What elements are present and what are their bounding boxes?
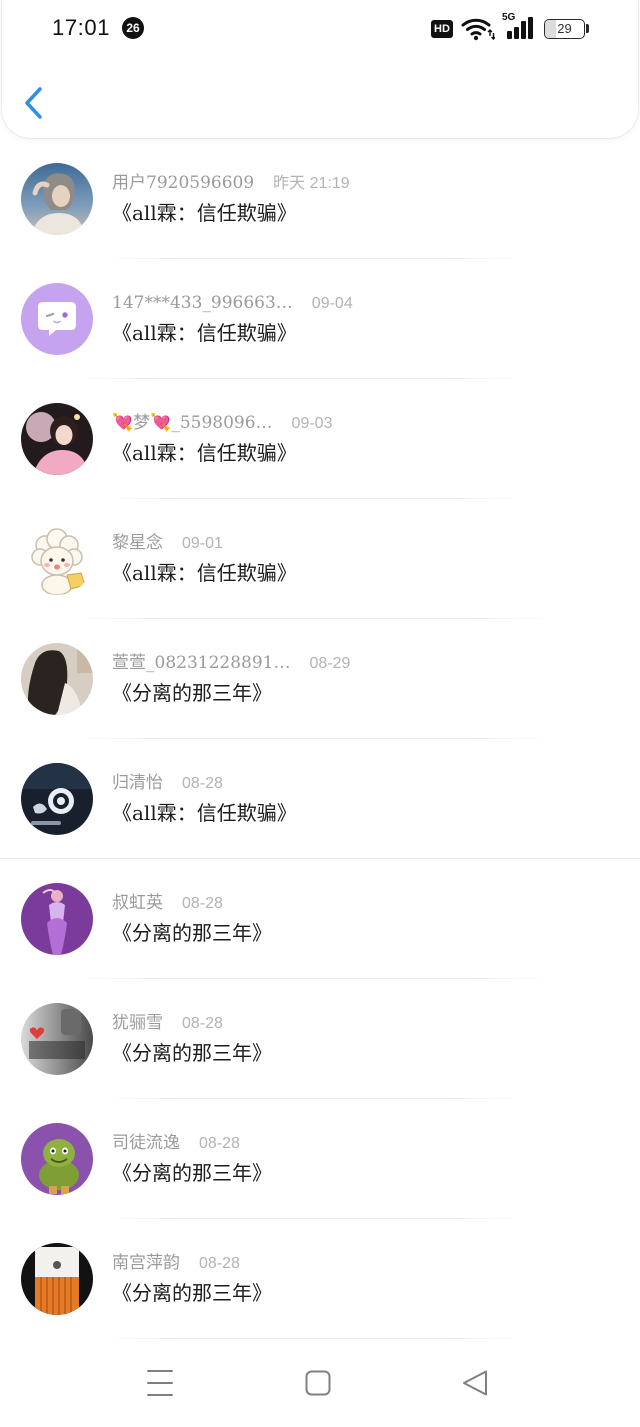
sheep-avatar-icon: [21, 523, 93, 595]
avatar-image: [21, 883, 93, 955]
message-item[interactable]: 叔虹英 08-28 《分离的那三年》: [0, 859, 640, 979]
book-title: 《分离的那三年》: [112, 681, 272, 705]
book-title: 《分离的那三年》: [112, 921, 272, 945]
message-meta: 147***433_996663… 09-04: [112, 292, 353, 314]
message-list: 用户7920596609 昨天 21:19 《all霖：信任欺骗》 147***4…: [0, 139, 640, 1339]
message-item[interactable]: 💘梦💘_5598096… 09-03 《all霖：信任欺骗》: [0, 379, 640, 499]
message-meta: 黎星念 09-01: [112, 532, 223, 554]
avatar[interactable]: [21, 1123, 93, 1195]
avatar-image: [21, 1003, 93, 1075]
menu-button[interactable]: [146, 1368, 174, 1398]
avatar-image: [21, 643, 93, 715]
avatar[interactable]: [21, 403, 93, 475]
message-meta: 归清怡 08-28: [112, 772, 223, 794]
message-meta: 南宫萍韵 08-28: [112, 1252, 240, 1274]
avatar-image: [21, 763, 93, 835]
message-meta: 💘梦💘_5598096… 09-03: [112, 412, 332, 434]
message-date: 08-29: [309, 655, 351, 672]
avatar-image: [21, 1123, 93, 1195]
book-title: 《分离的那三年》: [112, 1041, 272, 1065]
book-title: 《all霖：信任欺骗》: [112, 441, 297, 465]
message-date: 08-28: [199, 1135, 240, 1152]
status-bar: 17:01 26 HD 5G 29: [0, 0, 640, 56]
sender-name: 💘梦💘_5598096…: [112, 413, 273, 433]
signal-icon: [507, 17, 533, 39]
message-date: 09-01: [182, 535, 223, 552]
message-meta: 叔虹英 08-28: [112, 892, 223, 914]
notification-badge: 26: [122, 17, 144, 39]
avatar-image: [21, 1243, 93, 1315]
sender-name: 司徒流逸: [112, 1133, 180, 1153]
menu-icon: [147, 1370, 173, 1396]
message-date: 08-28: [182, 895, 223, 912]
message-date: 昨天 21:19: [273, 175, 350, 192]
avatar[interactable]: [21, 763, 93, 835]
message-meta: 用户7920596609 昨天 21:19: [112, 172, 350, 194]
sender-name: 犹骊雪: [112, 1013, 163, 1033]
avatar[interactable]: [21, 1003, 93, 1075]
nav-back-button[interactable]: [461, 1369, 489, 1397]
book-title: 《all霖：信任欺骗》: [112, 801, 297, 825]
book-title: 《all霖：信任欺骗》: [112, 321, 297, 345]
avatar-image: [21, 403, 93, 475]
battery-icon: 29: [544, 19, 585, 39]
message-date: 08-28: [199, 1255, 240, 1272]
status-time: 17:01: [52, 15, 111, 40]
message-item[interactable]: 犹骊雪 08-28 《分离的那三年》: [0, 979, 640, 1099]
avatar-image: [21, 163, 93, 235]
book-title: 《all霖：信任欺骗》: [112, 561, 297, 585]
avatar[interactable]: [21, 1243, 93, 1315]
hd-icon: HD: [431, 20, 453, 38]
system-nav-bar: [0, 1340, 640, 1427]
message-date: 09-04: [311, 295, 353, 312]
home-square-icon: [305, 1370, 331, 1396]
book-title: 《分离的那三年》: [112, 1161, 272, 1185]
sender-name: 萱萱_08231228891…: [112, 653, 291, 673]
message-item[interactable]: 南宫萍韵 08-28 《分离的那三年》: [0, 1219, 640, 1339]
message-meta: 司徒流逸 08-28: [112, 1132, 240, 1154]
avatar[interactable]: [21, 523, 93, 595]
sender-name: 南宫萍韵: [112, 1253, 180, 1273]
avatar[interactable]: [21, 283, 93, 355]
message-item[interactable]: 萱萱_08231228891… 08-29 《分离的那三年》: [0, 619, 640, 739]
message-date: 08-28: [182, 775, 223, 792]
chevron-left-icon: [25, 87, 42, 119]
message-item[interactable]: 归清怡 08-28 《all霖：信任欺骗》: [0, 739, 640, 859]
sender-name: 用户7920596609: [112, 173, 255, 193]
message-date: 09-03: [291, 415, 333, 432]
chat-bubble-avatar-icon: [21, 283, 93, 355]
battery-nub: [586, 24, 589, 33]
avatar[interactable]: [21, 643, 93, 715]
message-item[interactable]: 黎星念 09-01 《all霖：信任欺骗》: [0, 499, 640, 619]
sender-name: 147***433_996663…: [112, 293, 293, 313]
sender-name: 叔虹英: [112, 893, 163, 913]
divider: [100, 1338, 528, 1339]
avatar[interactable]: [21, 163, 93, 235]
book-title: 《分离的那三年》: [112, 1281, 272, 1305]
back-button[interactable]: [20, 84, 48, 122]
message-item[interactable]: 147***433_996663… 09-04 《all霖：信任欺骗》: [0, 259, 640, 379]
message-date: 08-28: [182, 1015, 223, 1032]
avatar[interactable]: [21, 883, 93, 955]
message-meta: 萱萱_08231228891… 08-29: [112, 652, 350, 674]
message-item[interactable]: 用户7920596609 昨天 21:19 《all霖：信任欺骗》: [0, 139, 640, 259]
sender-name: 黎星念: [112, 533, 163, 553]
message-item[interactable]: 司徒流逸 08-28 《分离的那三年》: [0, 1099, 640, 1219]
message-meta: 犹骊雪 08-28: [112, 1012, 223, 1034]
book-title: 《all霖：信任欺骗》: [112, 201, 297, 225]
sender-name: 归清怡: [112, 773, 163, 793]
wifi-icon: [461, 18, 495, 41]
battery-level: 29: [557, 21, 572, 36]
home-button[interactable]: [305, 1370, 331, 1396]
back-triangle-icon: [463, 1370, 487, 1396]
